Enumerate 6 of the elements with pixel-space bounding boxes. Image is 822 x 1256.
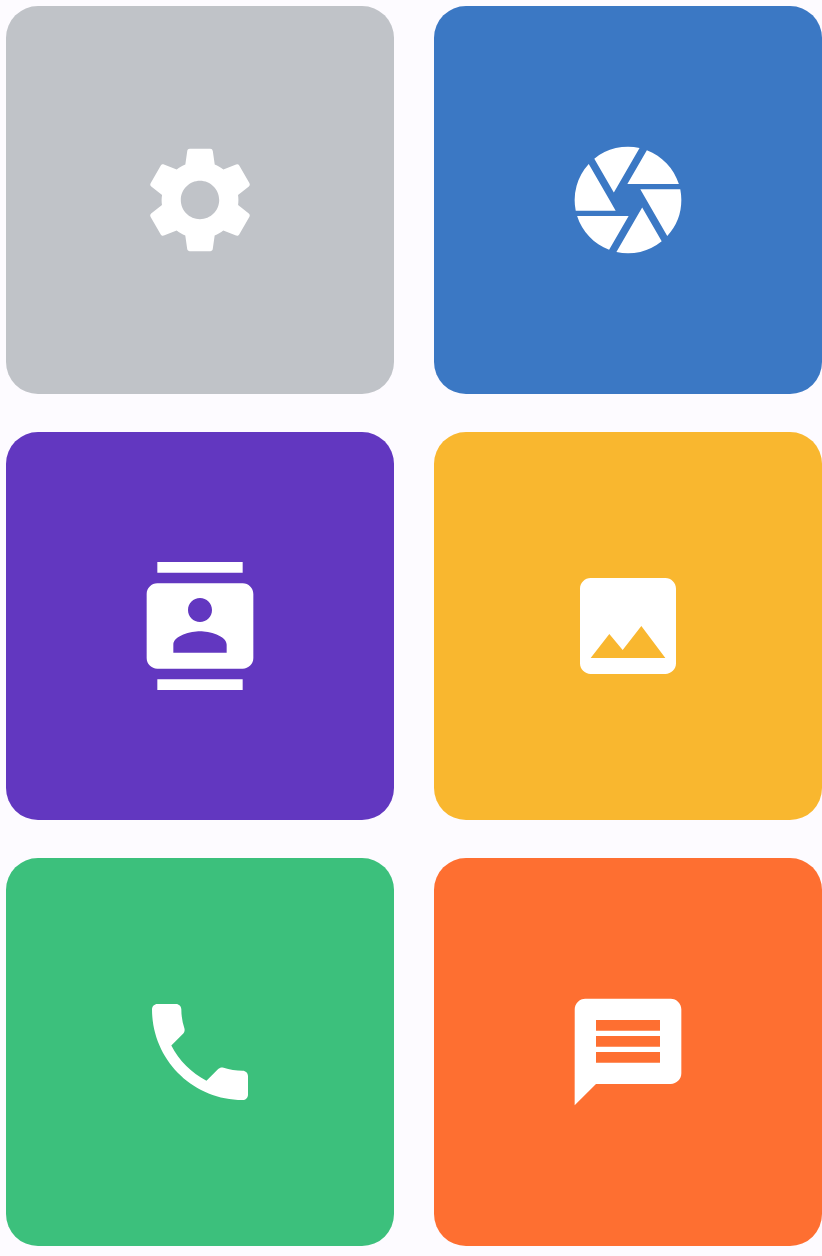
app-tile[interactable]	[434, 6, 822, 394]
app-tile[interactable]	[434, 858, 822, 1246]
app-tile[interactable]	[6, 858, 394, 1246]
app-tile[interactable]	[434, 432, 822, 820]
app-tile[interactable]	[6, 432, 394, 820]
app-tile[interactable]	[6, 6, 394, 394]
